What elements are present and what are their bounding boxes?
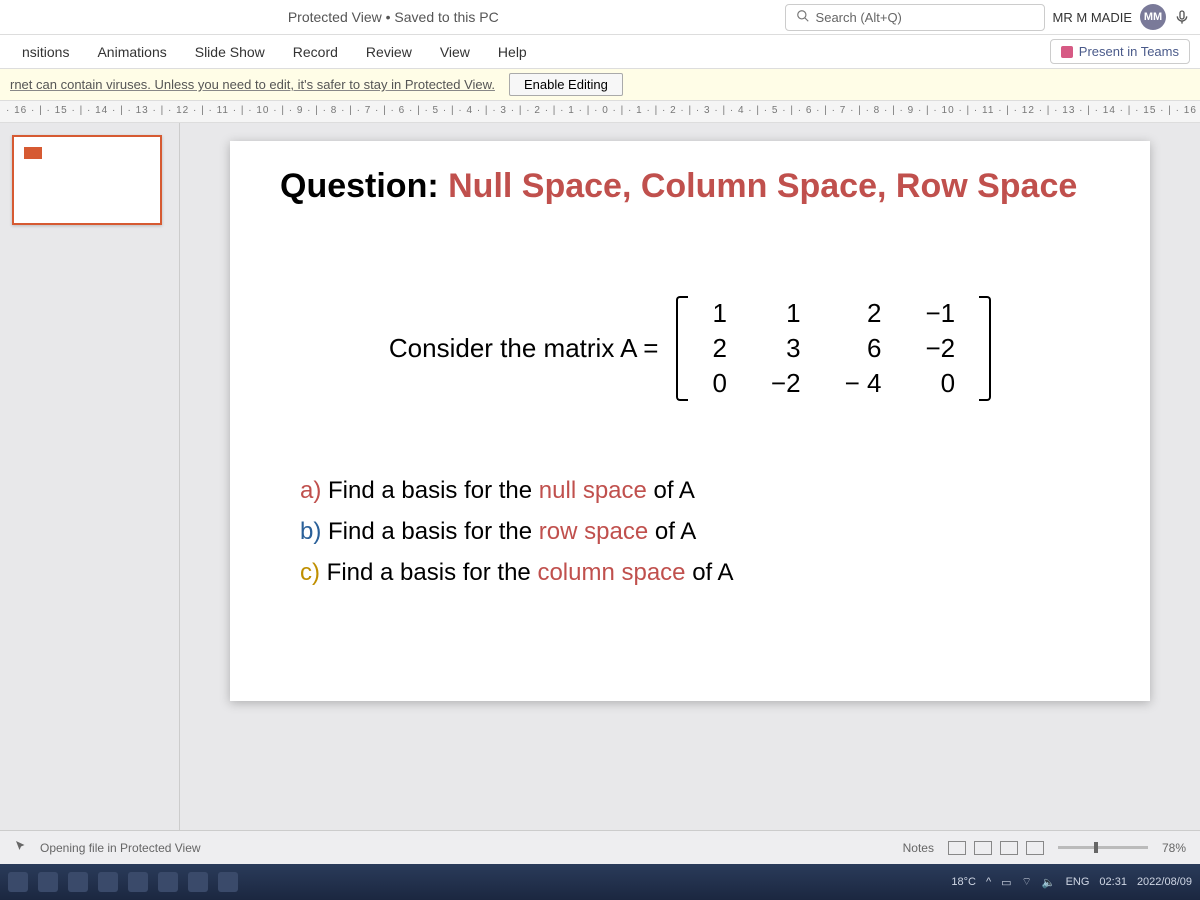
tab-transitions[interactable]: nsitions (10, 38, 81, 66)
user-area: MR M MADIE MM (1053, 4, 1190, 30)
volume-icon[interactable]: 🔈 (1042, 876, 1056, 889)
windows-taskbar: 18°C ^ ▭ ⌔ 🔈 ENG 02:31 2022/08/09 (0, 864, 1200, 900)
tab-animations[interactable]: Animations (85, 38, 178, 66)
task-a-pre: Find a basis for the (321, 477, 538, 504)
slideshow-view-icon[interactable] (1026, 841, 1044, 855)
user-name: MR M MADIE (1053, 10, 1132, 25)
zoom-level[interactable]: 78% (1162, 841, 1186, 855)
zoom-slider[interactable] (1058, 846, 1148, 849)
system-tray[interactable]: 18°C ^ ▭ ⌔ 🔈 ENG 02:31 2022/08/09 (951, 875, 1192, 889)
present-in-teams-button[interactable]: Present in Teams (1050, 39, 1190, 64)
slide[interactable]: Question: Null Space, Column Space, Row … (230, 141, 1150, 701)
window-titlebar: Protected View • Saved to this PC Search… (0, 0, 1200, 35)
status-opening: Opening file in Protected View (40, 841, 201, 855)
tab-view[interactable]: View (428, 38, 482, 66)
task-c-post: of A (686, 559, 734, 586)
chevron-up-icon[interactable]: ^ (986, 876, 991, 888)
clock-time[interactable]: 02:31 (1099, 876, 1127, 888)
slide-canvas: Question: Null Space, Column Space, Row … (0, 123, 1200, 830)
matrix-intro: Consider the matrix A = (389, 333, 659, 364)
search-box[interactable]: Search (Alt+Q) (785, 4, 1045, 31)
edge-icon[interactable] (98, 872, 118, 892)
matrix-cell: 0 (903, 366, 977, 401)
task-a-highlight: null space (539, 477, 647, 504)
matrix-cell: 6 (823, 331, 904, 366)
task-c-label: c) (300, 559, 320, 586)
matrix-cell: 2 (690, 331, 748, 366)
task-a: a) Find a basis for the null space of A (300, 471, 1100, 512)
protected-message: rnet can contain viruses. Unless you nee… (10, 77, 495, 92)
weather-temp[interactable]: 18°C (951, 876, 976, 888)
task-a-post: of A (647, 477, 695, 504)
matrix-cell: 1 (690, 296, 748, 331)
matrix-cell: − 4 (823, 366, 904, 401)
matrix-cell: 2 (823, 296, 904, 331)
normal-view-icon[interactable] (948, 841, 966, 855)
start-button[interactable] (8, 872, 28, 892)
protected-view-bar: rnet can contain viruses. Unless you nee… (0, 69, 1200, 101)
task-a-label: a) (300, 477, 321, 504)
matrix-cell: 1 (749, 296, 823, 331)
task-b-post: of A (648, 518, 696, 545)
slide-title: Question: Null Space, Column Space, Row … (280, 167, 1100, 206)
task-b-pre: Find a basis for the (321, 518, 538, 545)
title-label: Question: (280, 167, 439, 205)
file-explorer-icon[interactable] (68, 872, 88, 892)
document-title: Protected View • Saved to this PC (10, 9, 777, 25)
powerpoint-statusbar: Opening file in Protected View Notes 78% (0, 830, 1200, 864)
battery-icon[interactable]: ▭ (1001, 876, 1011, 889)
matrix-cell: −2 (903, 331, 977, 366)
clock-date[interactable]: 2022/08/09 (1137, 876, 1192, 888)
slide-thumbnail-1[interactable] (12, 135, 162, 225)
tab-review[interactable]: Review (354, 38, 424, 66)
tab-slideshow[interactable]: Slide Show (183, 38, 277, 66)
matrix-A: 1 1 2 −1 2 3 6 −2 0 −2 (676, 296, 991, 401)
notes-button[interactable]: Notes (903, 841, 934, 855)
matrix-cell: 3 (749, 331, 823, 366)
matrix-cell: −1 (903, 296, 977, 331)
teams-icon (1061, 46, 1073, 58)
task-b: b) Find a basis for the row space of A (300, 512, 1100, 553)
reading-view-icon[interactable] (1000, 841, 1018, 855)
task-b-label: b) (300, 518, 321, 545)
app-icon[interactable] (188, 872, 208, 892)
horizontal-ruler: · 16 · | · 15 · | · 14 · | · 13 · | · 12… (0, 101, 1200, 123)
app-icon[interactable] (158, 872, 178, 892)
task-c-pre: Find a basis for the (320, 559, 537, 586)
search-icon (796, 9, 810, 26)
sorter-view-icon[interactable] (974, 841, 992, 855)
ribbon-tabs: nsitions Animations Slide Show Record Re… (0, 35, 1200, 69)
matrix-cell: −2 (749, 366, 823, 401)
tab-help[interactable]: Help (486, 38, 539, 66)
search-placeholder: Search (Alt+Q) (816, 10, 902, 25)
title-topic: Null Space, Column Space, Row Space (439, 167, 1078, 205)
mic-icon[interactable] (1174, 9, 1190, 25)
enable-editing-button[interactable]: Enable Editing (509, 73, 623, 96)
language-indicator[interactable]: ENG (1066, 876, 1090, 888)
task-list: a) Find a basis for the null space of A … (280, 471, 1100, 593)
avatar[interactable]: MM (1140, 4, 1166, 30)
app-icon[interactable] (128, 872, 148, 892)
view-switcher[interactable] (948, 841, 1044, 855)
task-c: c) Find a basis for the column space of … (300, 553, 1100, 594)
task-c-highlight: column space (537, 559, 685, 586)
present-label: Present in Teams (1079, 44, 1179, 59)
matrix-definition: Consider the matrix A = 1 1 2 −1 2 3 6 (280, 296, 1100, 401)
wifi-icon[interactable]: ⌔ (1022, 875, 1032, 889)
tab-record[interactable]: Record (281, 38, 350, 66)
task-b-highlight: row space (539, 518, 648, 545)
app-icon[interactable] (218, 872, 238, 892)
slide-thumbnail-pane[interactable] (0, 123, 180, 830)
taskview-icon[interactable] (38, 872, 58, 892)
cursor-icon (14, 839, 26, 856)
matrix-cell: 0 (690, 366, 748, 401)
